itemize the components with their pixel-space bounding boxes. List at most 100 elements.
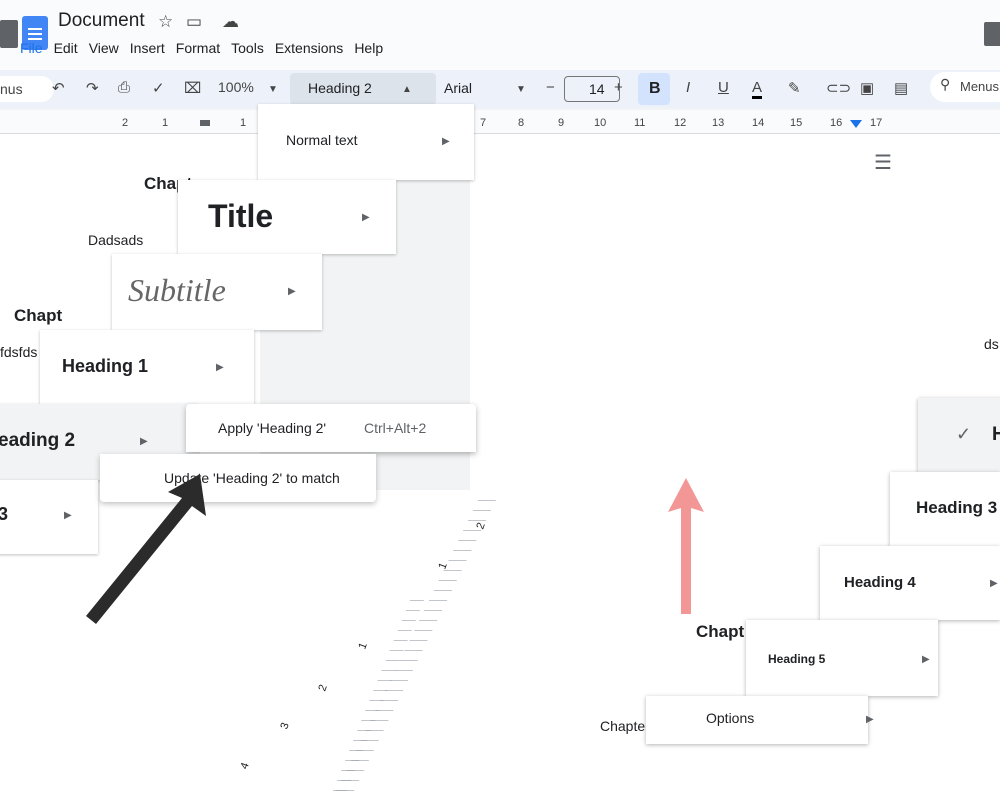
submenu-arrow-icon: ▶ [362, 212, 370, 223]
style-option-heading2-right[interactable]: ✓ H [918, 398, 1000, 472]
spellcheck-icon[interactable]: ✓ [152, 79, 165, 97]
menu-help[interactable]: Help [354, 40, 383, 56]
style-option-title[interactable]: Title ▶ [178, 180, 396, 254]
pen-icon[interactable]: ✎ [788, 79, 801, 97]
star-icon[interactable]: ☆ [158, 12, 173, 32]
text-color-button[interactable]: A [752, 79, 763, 99]
style-option-label: Subtitle [128, 272, 226, 308]
ruler-mark: 12 [674, 117, 687, 129]
style-option-label: Heading 1 [62, 356, 149, 376]
style-options-item[interactable]: Options ▶ [646, 696, 874, 744]
menu-file[interactable]: File [20, 40, 43, 56]
style-option-label: Heading 5 [768, 652, 826, 666]
search-icon: ⚲ [940, 76, 951, 92]
menu-format[interactable]: Format [176, 40, 220, 56]
submenu-arrow-icon: ▶ [140, 436, 148, 447]
style-option-label: Options [706, 710, 755, 726]
style-option-label: Heading 4 [844, 574, 916, 591]
submenu-arrow-icon: ▶ [922, 654, 930, 665]
style-option-label: 3 [0, 504, 9, 524]
style-option-label: Title [208, 198, 274, 234]
ruler-mark: 1 [240, 117, 247, 129]
cloud-status-icon[interactable]: ☁ [222, 12, 239, 32]
image-icon[interactable]: ▤ [894, 79, 908, 97]
ruler-mark: 13 [712, 117, 725, 129]
style-option-heading5[interactable]: Heading 5 ▶ [746, 620, 938, 696]
ruler-mark: 9 [558, 117, 565, 129]
ruler-mark: 8 [518, 117, 525, 129]
decrease-font-size-icon[interactable]: − [546, 79, 555, 96]
paint-format-icon[interactable]: ⌧ [184, 79, 201, 97]
search-menus-button[interactable]: nus [0, 76, 54, 102]
pointer-arrow-annotation [86, 474, 206, 624]
shortcut-label: Ctrl+Alt+2 [364, 420, 427, 436]
app-menu-icon[interactable] [0, 20, 18, 48]
ruler-mark: 16 [830, 117, 843, 129]
style-option-heading1[interactable]: Heading 1 ▶ [40, 330, 254, 404]
style-option-label: Heading 3 [916, 498, 998, 517]
link-icon[interactable]: ⊂⊃ [826, 79, 851, 97]
increase-font-size-icon[interactable]: + [614, 79, 623, 96]
ruler-mark: 15 [790, 117, 803, 129]
outline-icon[interactable]: ☰ [874, 150, 892, 175]
style-select-label: Heading 2 [308, 80, 372, 96]
chapter-heading: Chapt [696, 622, 745, 641]
ruler-mark: 2 [122, 117, 129, 129]
chevron-down-icon[interactable]: ▼ [268, 84, 278, 95]
apply-heading-2-item[interactable]: Apply 'Heading 2' Ctrl+Alt+2 [186, 404, 476, 452]
style-option-label: Normal text [286, 132, 358, 148]
account-icon[interactable] [984, 22, 1000, 46]
body-text: fdsfds [0, 344, 38, 360]
font-select[interactable]: Arial [444, 80, 472, 96]
submenu-arrow-icon: ▶ [866, 714, 874, 725]
style-option-subtitle[interactable]: Subtitle ▶ [112, 254, 322, 330]
style-option-heading3[interactable]: 3 ▶ [0, 480, 98, 554]
ruler: 2 1 1 7 8 9 10 11 12 13 14 15 16 17 [0, 110, 1000, 134]
font-chevron-down-icon: ▼ [516, 84, 526, 95]
title-bar [0, 0, 1000, 70]
chevron-up-icon: ▲ [402, 84, 412, 95]
move-to-folder-icon[interactable]: ▭ [186, 12, 202, 32]
style-option-label: eading 2 [0, 430, 76, 451]
pointer-arrow-annotation [668, 478, 704, 614]
apply-heading-label: Apply 'Heading 2' [218, 420, 327, 436]
font-size-input[interactable]: 14 [564, 76, 620, 102]
undo-icon[interactable]: ↶ [52, 79, 65, 97]
submenu-arrow-icon: ▶ [288, 286, 296, 297]
submenu-arrow-icon: ▶ [64, 510, 72, 521]
chapter-heading: Chapter [600, 718, 650, 734]
indent-marker[interactable] [200, 120, 210, 126]
bold-button[interactable]: B [638, 73, 670, 105]
menu-edit[interactable]: Edit [54, 40, 78, 56]
document-title[interactable]: Document [58, 10, 145, 32]
redo-icon[interactable]: ↷ [86, 79, 99, 97]
submenu-arrow-icon: ▶ [442, 136, 450, 147]
ruler-mark: 1 [162, 117, 169, 129]
zoom-select[interactable]: 100% [218, 79, 254, 95]
menu-view[interactable]: View [89, 40, 119, 56]
submenu-arrow-icon: ▶ [216, 362, 224, 373]
ruler-mark: 11 [634, 117, 646, 129]
menu-bar: File Edit View Insert Format Tools Exten… [20, 40, 394, 56]
print-icon[interactable]: ⎙ [118, 79, 130, 96]
ruler-mark: 17 [870, 117, 883, 129]
body-text: Dadsads [88, 232, 144, 248]
style-option-heading4[interactable]: Heading 4 ▶ [820, 546, 1000, 620]
ruler-mark: 7 [480, 117, 487, 129]
check-icon: ✓ [956, 424, 972, 444]
style-option-label: H [992, 424, 1000, 445]
ruler-mark: 14 [752, 117, 765, 129]
style-option-heading3-right[interactable]: Heading 3 [890, 472, 1000, 546]
submenu-arrow-icon: ▶ [990, 578, 998, 589]
italic-button[interactable]: I [686, 79, 690, 96]
style-option-normal[interactable]: Normal text ▶ [258, 104, 474, 180]
body-text: ds [984, 336, 999, 352]
right-indent-marker[interactable] [850, 120, 862, 128]
chapter-heading: Chapt [14, 306, 63, 325]
menu-extensions[interactable]: Extensions [275, 40, 343, 56]
menu-tools[interactable]: Tools [231, 40, 264, 56]
ruler-mark: 10 [594, 117, 607, 129]
menu-insert[interactable]: Insert [130, 40, 165, 56]
underline-button[interactable]: U [718, 79, 729, 96]
comment-icon[interactable]: ▣ [860, 79, 874, 97]
